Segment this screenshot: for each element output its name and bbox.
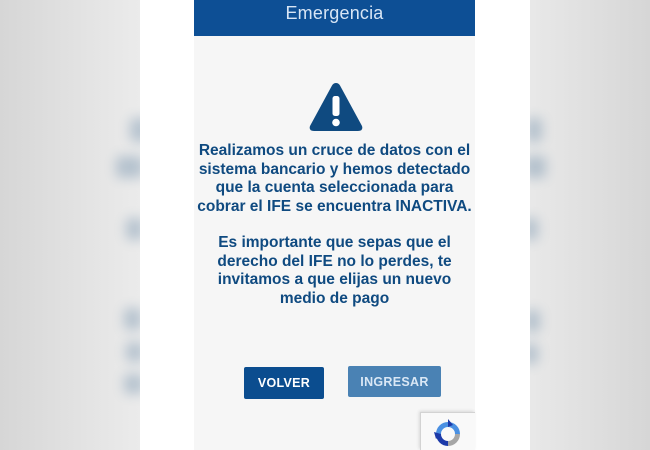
- alert-paragraph-2: Es importante que sepas que el derecho d…: [217, 234, 452, 307]
- alert-paragraph-1: Realizamos un cruce de datos con el sist…: [197, 142, 472, 215]
- warning-triangle-icon: [309, 83, 363, 131]
- enter-button[interactable]: INGRESAR: [348, 366, 441, 397]
- alert-message: Realizamos un cruce de datos con el sist…: [196, 142, 473, 308]
- screenshot-stage: Emergencia Realizamos un cruce de datos …: [0, 0, 650, 450]
- app-header: Emergencia: [194, 0, 475, 36]
- header-title: Emergencia: [285, 2, 384, 23]
- back-button[interactable]: VOLVER: [244, 367, 324, 399]
- recaptcha-icon: [434, 419, 460, 446]
- recaptcha-badge[interactable]: [420, 412, 475, 450]
